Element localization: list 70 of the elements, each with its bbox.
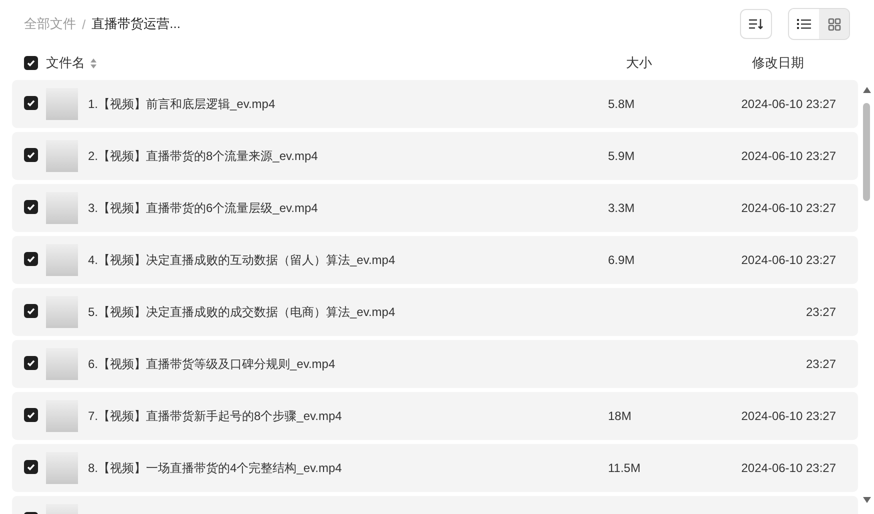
file-size: 5.9M [608, 149, 636, 163]
check-icon [26, 410, 36, 420]
file-size: 6.9M [608, 253, 636, 267]
file-name: 7.【视频】直播带货新手起号的8个步骤_ev.mp4 [88, 408, 343, 424]
grid-view-icon [828, 18, 840, 30]
thumbnail-placeholder [46, 192, 78, 224]
checkbox[interactable] [24, 408, 38, 422]
file-row[interactable]: 2.【视频】直播带货的8个流量来源_ev.mp4 5.9M 2024-06-10 23:27 [12, 132, 858, 180]
check-icon [26, 254, 36, 264]
file-name: 1.【视频】前言和底层逻辑_ev.mp4 [88, 96, 276, 112]
checkbox[interactable] [24, 56, 38, 70]
column-header: 大小 [626, 54, 652, 72]
list-view-icon [797, 18, 811, 30]
check-icon [26, 150, 36, 160]
check-icon [26, 58, 36, 68]
file-row[interactable]: 3.【视频】直播带货的6个流量层级_ev.mp4 3.3M 2024-06-10 23:27 [12, 184, 858, 232]
grid-view-button[interactable] [819, 9, 849, 39]
breadcrumb-separator: / [82, 16, 86, 32]
checkbox[interactable] [24, 96, 38, 110]
modified-date: 2024-06-10 23:27 [740, 97, 836, 111]
thumbnail-placeholder [46, 88, 78, 120]
check-icon [26, 202, 36, 212]
column-header[interactable]: 文件名 [46, 54, 97, 72]
checkbox[interactable] [24, 304, 38, 318]
scroll-down-icon[interactable] [863, 497, 871, 503]
file-row[interactable]: 7.【视频】直播带货新手起号的8个步骤_ev.mp4 18M 2024-06-10 23:27 [12, 392, 858, 440]
check-icon [26, 462, 36, 472]
thumbnail-placeholder [46, 140, 78, 172]
modified-date: 23:27 [804, 305, 836, 319]
checkbox[interactable] [24, 460, 38, 474]
file-row[interactable]: 1.【视频】前言和底层逻辑_ev.mp4 5.8M 2024-06-10 23:27 [12, 80, 858, 128]
file-name: 2.【视频】直播带货的8个流量来源_ev.mp4 [88, 148, 319, 164]
file-size: 5.8M [608, 97, 636, 111]
modified-date: 2024-06-10 23:27 [740, 201, 836, 215]
file-size: 11.5M [608, 461, 642, 475]
checkbox[interactable] [24, 356, 38, 370]
modified-date: 2024-06-10 23:27 [740, 461, 836, 475]
file-row[interactable]: 5.【视频】决定直播成败的成交数据（电商）算法_ev.mp4 23:27 [12, 288, 858, 336]
thumbnail-placeholder [46, 452, 78, 484]
file-name: 4.【视频】决定直播成败的互动数据（留人）算法_ev.mp4 [88, 252, 396, 268]
column-header: 修改日期 [752, 54, 804, 72]
file-name: 6.【视频】直播带货等级及口碑分规则_ev.mp4 [88, 356, 336, 372]
sort-icon [90, 58, 97, 68]
file-name: 5.【视频】决定直播成败的成交数据（电商）算法_ev.mp4 [88, 304, 396, 320]
check-icon [26, 306, 36, 316]
file-row[interactable]: 8.【视频】一场直播带货的4个完整结构_ev.mp4 11.5M 2024-06-10 23:27 [12, 444, 858, 492]
checkbox[interactable] [24, 252, 38, 266]
scrollbar-thumb[interactable] [863, 103, 870, 201]
thumbnail-placeholder [46, 296, 78, 328]
modified-date: 23:27 [804, 357, 836, 371]
thumbnail-placeholder [46, 348, 78, 380]
thumbnail-placeholder [46, 400, 78, 432]
checkbox[interactable] [24, 200, 38, 214]
check-icon [26, 358, 36, 368]
file-size: 3.3M [608, 201, 636, 215]
breadcrumb-item: 直播带货运营... [92, 15, 180, 33]
file-name: 8.【视频】一场直播带货的4个完整结构_ev.mp4 [88, 460, 343, 476]
modified-date: 2024-06-10 23:27 [740, 409, 836, 423]
check-icon [26, 98, 36, 108]
thumbnail-placeholder [46, 244, 78, 276]
file-size: 18M [608, 409, 632, 423]
file-name: 3.【视频】直播带货的6个流量层级_ev.mp4 [88, 200, 319, 216]
file-row[interactable]: 4.【视频】决定直播成败的互动数据（留人）算法_ev.mp4 6.9M 2024-06-10 23:27 [12, 236, 858, 284]
scroll-up-icon[interactable] [863, 87, 871, 93]
modified-date: 2024-06-10 23:27 [740, 149, 836, 163]
sort-button[interactable] [740, 9, 772, 39]
modified-date: 2024-06-10 23:27 [740, 253, 836, 267]
sort-icon [749, 18, 763, 30]
checkbox[interactable] [24, 148, 38, 162]
file-row[interactable]: 6.【视频】直播带货等级及口碑分规则_ev.mp4 23:27 [12, 340, 858, 388]
